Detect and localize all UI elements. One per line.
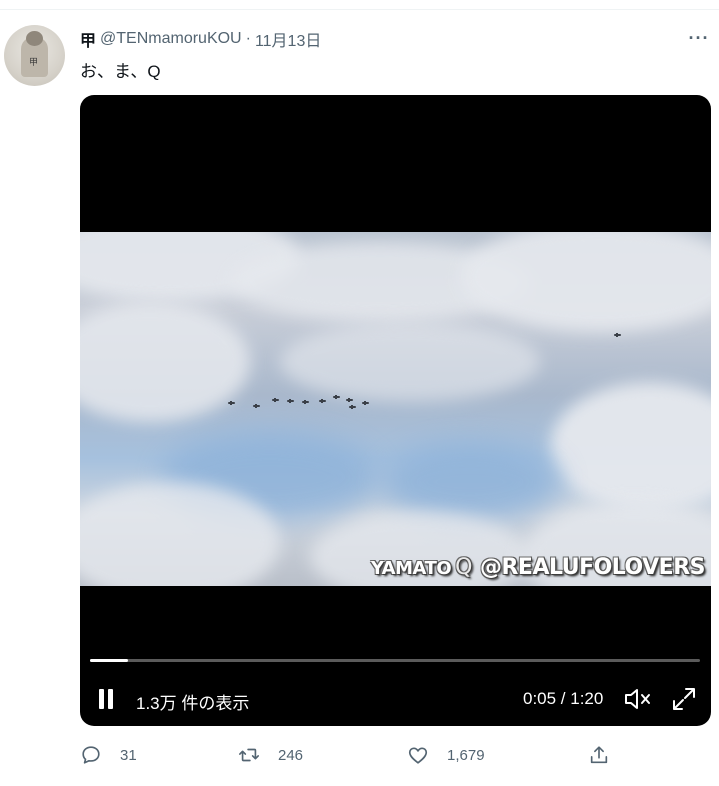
aircraft: [614, 333, 621, 337]
avatar-figure-head: [26, 31, 43, 46]
avatar-glyph: 甲: [29, 58, 39, 68]
aircraft: [349, 405, 356, 409]
retweet-icon: [239, 748, 259, 762]
watermark-handle: @REALUFOLOVERS: [479, 555, 706, 580]
fullscreen-icon[interactable]: [671, 686, 697, 712]
tweet-header: 甲 @TENmamoruKOU · 11月13日: [80, 28, 321, 50]
reply-icon: [82, 746, 100, 764]
watermark-yamato: YAMATO: [370, 558, 452, 579]
view-count: 1.3万 件の表示: [136, 694, 250, 713]
reply-button[interactable]: 31: [80, 740, 137, 770]
aircraft: [346, 398, 353, 402]
video-frame: YAMATO Q @REALUFOLOVERS: [80, 232, 711, 586]
top-divider: [0, 9, 719, 10]
like-count: 1,679: [447, 746, 485, 764]
aircraft: [228, 401, 235, 405]
aircraft: [333, 395, 340, 399]
more-options-button[interactable]: ···: [686, 28, 712, 48]
aircraft: [287, 399, 294, 403]
video-progress-fill: [90, 659, 128, 662]
video-player[interactable]: YAMATO Q @REALUFOLOVERS 1.3万 件の表示 0:05 / 1…: [80, 95, 711, 726]
watermark-q: Q: [455, 555, 472, 580]
video-controls: 1.3万 件の表示 0:05 / 1:20: [80, 679, 711, 719]
display-name[interactable]: 甲: [80, 27, 96, 51]
share-icon: [590, 746, 608, 764]
muted-speaker-icon[interactable]: [623, 686, 653, 712]
separator-dot: ·: [245, 30, 251, 47]
retweet-count: 246: [278, 746, 304, 764]
like-button[interactable]: 1,679: [407, 740, 485, 770]
reply-count: 31: [120, 746, 137, 764]
tweet-date[interactable]: 11月13日: [255, 27, 321, 51]
aircraft: [302, 400, 309, 404]
aircraft: [253, 404, 260, 408]
share-button[interactable]: [588, 740, 610, 770]
retweet-button[interactable]: 246: [238, 740, 303, 770]
aircraft: [272, 398, 279, 402]
heart-icon: [408, 747, 428, 764]
user-handle[interactable]: @TENmamoruKOU: [100, 30, 242, 48]
aircraft: [319, 399, 326, 403]
video-watermark: YAMATO Q @REALUFOLOVERS: [370, 555, 706, 580]
tweet-actions: 31 246 1,679: [80, 740, 640, 770]
aircraft: [362, 401, 369, 405]
video-progress-bar[interactable]: [90, 659, 700, 662]
pause-icon[interactable]: [96, 689, 116, 709]
video-time: 0:05 / 1:20: [523, 689, 604, 708]
tweet-text: お、ま、Q: [80, 62, 161, 81]
avatar[interactable]: 甲: [4, 25, 65, 86]
